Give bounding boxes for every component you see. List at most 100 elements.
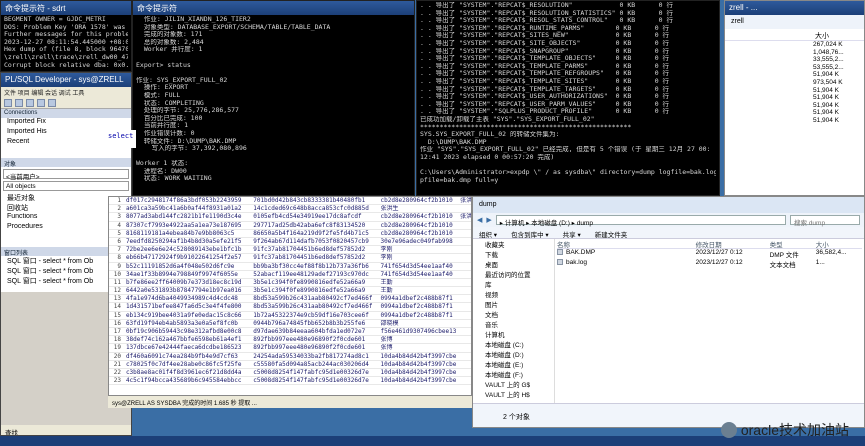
file-date: 2023/12/27 0:12 (695, 259, 743, 266)
file-row[interactable]: bak.log 2023/12/27 0:12 文本文档 1... (557, 259, 862, 269)
explorer-command-button[interactable]: 新建文件夹 (595, 229, 628, 239)
nav-pane-item[interactable]: 最近访问的位置 (473, 269, 554, 279)
table-row[interactable]: 5 8168119181a4ebea84b7e9bb8063c5 86650a5b4… (109, 230, 471, 238)
nav-pane-item[interactable]: 下载 (473, 249, 554, 259)
nav-pane-item[interactable]: 本地磁盘 (D:) (473, 349, 554, 359)
explorer-window[interactable]: dump ◀ ▶ ▸ 计算机 ▸ 本地磁盘 (D:) ▸ dump 搜索 dum… (472, 196, 865, 428)
explorer-nav-pane[interactable]: 收藏夹 下载 桌面 最近访问的位置库视频 图片 文档 音乐 计算机 本地磁盘 (C:) 本地磁盘 … (473, 239, 555, 403)
table-row[interactable]: 17 0bf19c906b59443c98e312afbd8e00c8 d97dae… (109, 328, 471, 337)
explorer-command-button[interactable]: 包含到库中 ▾ (511, 229, 549, 239)
table-row[interactable]: 2 a601ca3a59bc41a6b0af44f8931a01a2 14c1cde… (109, 205, 471, 214)
table-row[interactable]: 16 63fd19f94eb4ab5893a3e0a5ef8fc0b 0944b79… (109, 320, 471, 328)
table-row[interactable]: 6 7eedfd8250294af1b4b8d30a5efe21f5 9f264ab… (109, 238, 471, 247)
search-input[interactable]: 搜索 dump (790, 215, 860, 227)
table-cell: 12 (113, 287, 121, 295)
table-row[interactable]: 9 b52c11191852d6a4f048e502d6fc9e bb9ba3bf3… (109, 263, 471, 271)
table-row[interactable]: 7 72be2ee6e6e24c528089143ebe1bfc1b 91fc37a… (109, 246, 471, 255)
table-row[interactable]: 14 1d431571befee847fa6d5c3e4f4fe800 8bd53a… (109, 303, 471, 312)
explorer-command-button[interactable]: 组织 ▾ (479, 229, 497, 239)
execute-icon[interactable] (37, 99, 45, 107)
table-row[interactable]: 12 6442a0e531893b87847794e1b97ea016 3b5e1c… (109, 287, 471, 296)
explorer-command-button[interactable]: 共享 ▾ (563, 229, 581, 239)
nav-pane-item[interactable]: 视频 (473, 289, 554, 299)
table-cell: 王勤 (380, 287, 393, 295)
terminal-line: 处理的字节: 25,776,286,577 (136, 107, 239, 115)
nav-pane-item[interactable]: 文档 (473, 309, 554, 319)
table-row[interactable]: 10 34ae1f33b8994e798849f9974f6055e 52abacf… (109, 271, 471, 279)
table-row[interactable]: 4 87307cf7993e4922aa5a1ea73e187695 297717a… (109, 222, 471, 230)
open-icon[interactable] (15, 99, 23, 107)
nav-pane-item[interactable]: 计算机 (473, 329, 554, 339)
table-row[interactable]: 21 c78025f0c7df4ee28abe0c86fc5f25fe c55580… (109, 361, 471, 369)
table-cell: 34ae1f33b8994e798849f9974f6055e (125, 270, 238, 278)
table-row[interactable]: 20 df460a6091c74ea284b9fb4e9d7cf63 24254ad… (109, 353, 471, 361)
nav-pane-item[interactable]: 音乐 (473, 319, 554, 329)
table-row[interactable]: 3 8077ad3abd144fc2821b1fe1190d3c4e 0105efb… (109, 213, 471, 222)
column-header[interactable]: 名称 (557, 239, 696, 249)
nav-pane-item[interactable]: 本地磁盘 (F:) (473, 369, 554, 379)
explorer-file-list[interactable]: 名称 修改日期 类型 大小 BAK.DMP 2023/12/27 0:12 DMP 文件 3… (557, 239, 862, 403)
plsql-title: PL/SQL Developer - sys@ZRELL (1, 73, 131, 87)
table-row[interactable]: 8 eb66b47172924f9b91022641254f2e57 91fc37a… (109, 254, 471, 263)
nav-pane-item[interactable]: 本地磁盘 (C:) (473, 339, 554, 349)
terminal-line: 百分比已完成: 100 (136, 114, 203, 122)
table-cell: 14 (113, 303, 121, 311)
nav-pane-item[interactable]: 收藏夹 (473, 239, 554, 249)
connection-tree-item[interactable]: Imported Fix (1, 118, 131, 128)
terminal-line: 总的对象数: 2,484 (136, 38, 204, 46)
table-cell: 20 (113, 352, 121, 360)
table-row[interactable]: 23 4c5c1f94bcca435689b6c945584ebbcc c5008d… (109, 377, 471, 386)
plsql-menubar[interactable]: 文件 项目 编辑 会话 调试 工具 (1, 87, 131, 97)
table-row[interactable]: 1 df017c2948174f86a3bdf053b2243959 701bd0d… (109, 197, 471, 206)
nav-pane-item[interactable]: 本地磁盘 (E:) (473, 359, 554, 369)
stop-icon[interactable] (48, 99, 56, 107)
side-panel-window[interactable]: zrell - ... zrell 大小 267,024 K 1,048,76..… (724, 0, 865, 196)
plsql-toolbar (1, 97, 131, 109)
table-cell: f56e461d9307496cbee13 (380, 328, 457, 335)
sql-editor-text[interactable]: select (108, 132, 133, 140)
save-icon[interactable] (26, 99, 34, 107)
table-row[interactable]: 13 4fa1e974d6ba4049934989c4d4cdc48 8bd53a5… (109, 295, 471, 304)
nav-pane-item[interactable]: 图片 (473, 299, 554, 309)
table-row[interactable]: 15 eb134c919bee4031a9fe0edac15c8c66 1b72a4… (109, 312, 471, 320)
terminal-line: 状态: WORK WAITING (136, 175, 212, 183)
find-panel[interactable]: 查找 (1, 425, 131, 435)
column-header[interactable]: 类型 (770, 239, 816, 249)
explorer-command-bar: 组织 ▾ 包含到库中 ▾ 共享 ▾ 新建文件夹 (473, 227, 864, 239)
object-count: 2 个对象 (503, 414, 530, 421)
table-row[interactable]: 22 c3b8ae8ac01f4f8d3961ec6f21d8dd4a c5008d… (109, 369, 471, 378)
sql-editor[interactable]: select (106, 130, 136, 148)
nav-pane-item[interactable]: 桌面 (473, 259, 554, 269)
nav-pane-item[interactable]: VAULT 上的 H$ (473, 389, 554, 399)
back-icon[interactable]: ◀ (477, 216, 482, 224)
top-left-terminal[interactable]: 命令提示符 - sdrt BEGMENT OWNER = GJDC_METRI D… (0, 0, 132, 72)
nav-pane-item[interactable]: 库 (473, 279, 554, 289)
address-bar[interactable]: ▸ 计算机 ▸ 本地磁盘 (D:) ▸ dump (495, 215, 786, 227)
column-header[interactable]: 修改日期 (696, 239, 770, 249)
status-terminal[interactable]: 命令提示符 作业: JILIN_XIANDN_126_TIER2 对象类型: D… (132, 0, 415, 196)
terminal-line: Worker 并行度: 1 (136, 46, 203, 54)
terminal-line: Further messages for this problem k (4, 31, 128, 39)
log-terminal[interactable]: . . 导出了 "SYSTEM"."REPCAT$_RESOLUTION" 0 … (416, 0, 720, 196)
table-row[interactable]: 19 137dbce67e42444faeca6dcdbe186523 892fbb… (109, 344, 471, 353)
terminal-line: SYS.SYS_EXPORT_FULL_02 的转储文件集为: (420, 131, 560, 139)
results-grid[interactable]: 1 df017c2948174f86a3bdf053b2243959 701bd0d… (108, 196, 472, 396)
filter-combo[interactable]: All objects (3, 181, 129, 191)
table-row[interactable]: 18 38def74c162a467bbfe6598eb61a4ef1 892fbb… (109, 336, 471, 345)
file-size: 36,582,4... (815, 249, 847, 256)
watermark: oracle技术加油站 (720, 420, 849, 440)
column-header[interactable]: 大小 (816, 239, 862, 249)
file-type: DMP 文件 (769, 252, 799, 259)
file-row[interactable]: BAK.DMP 2023/12/27 0:12 DMP 文件 36,582,4... (557, 249, 862, 259)
side-panel-tab[interactable]: zrell (725, 15, 864, 29)
table-row[interactable]: 11 b7fe86ee2ff64009b7e373d18ec8c19d 3b5e1c… (109, 279, 471, 288)
terminal-line: . . 导出了 "SYSTEM"."REPCAT$_RESOL_STATS_CO… (420, 17, 673, 25)
user-combo[interactable]: <当前用户> (3, 169, 129, 181)
side-panel-size-header[interactable]: 大小 (725, 29, 864, 41)
table-cell: 892fbb997eee480e96890f2f0cde601 (253, 336, 366, 344)
nav-pane-item[interactable]: VAULT 上的 G$ (473, 379, 554, 389)
forward-icon[interactable]: ▶ (486, 216, 491, 224)
table-cell: 8077ad3abd144fc2821b1fe1190d3c4e (125, 213, 242, 221)
new-icon[interactable] (4, 99, 12, 107)
